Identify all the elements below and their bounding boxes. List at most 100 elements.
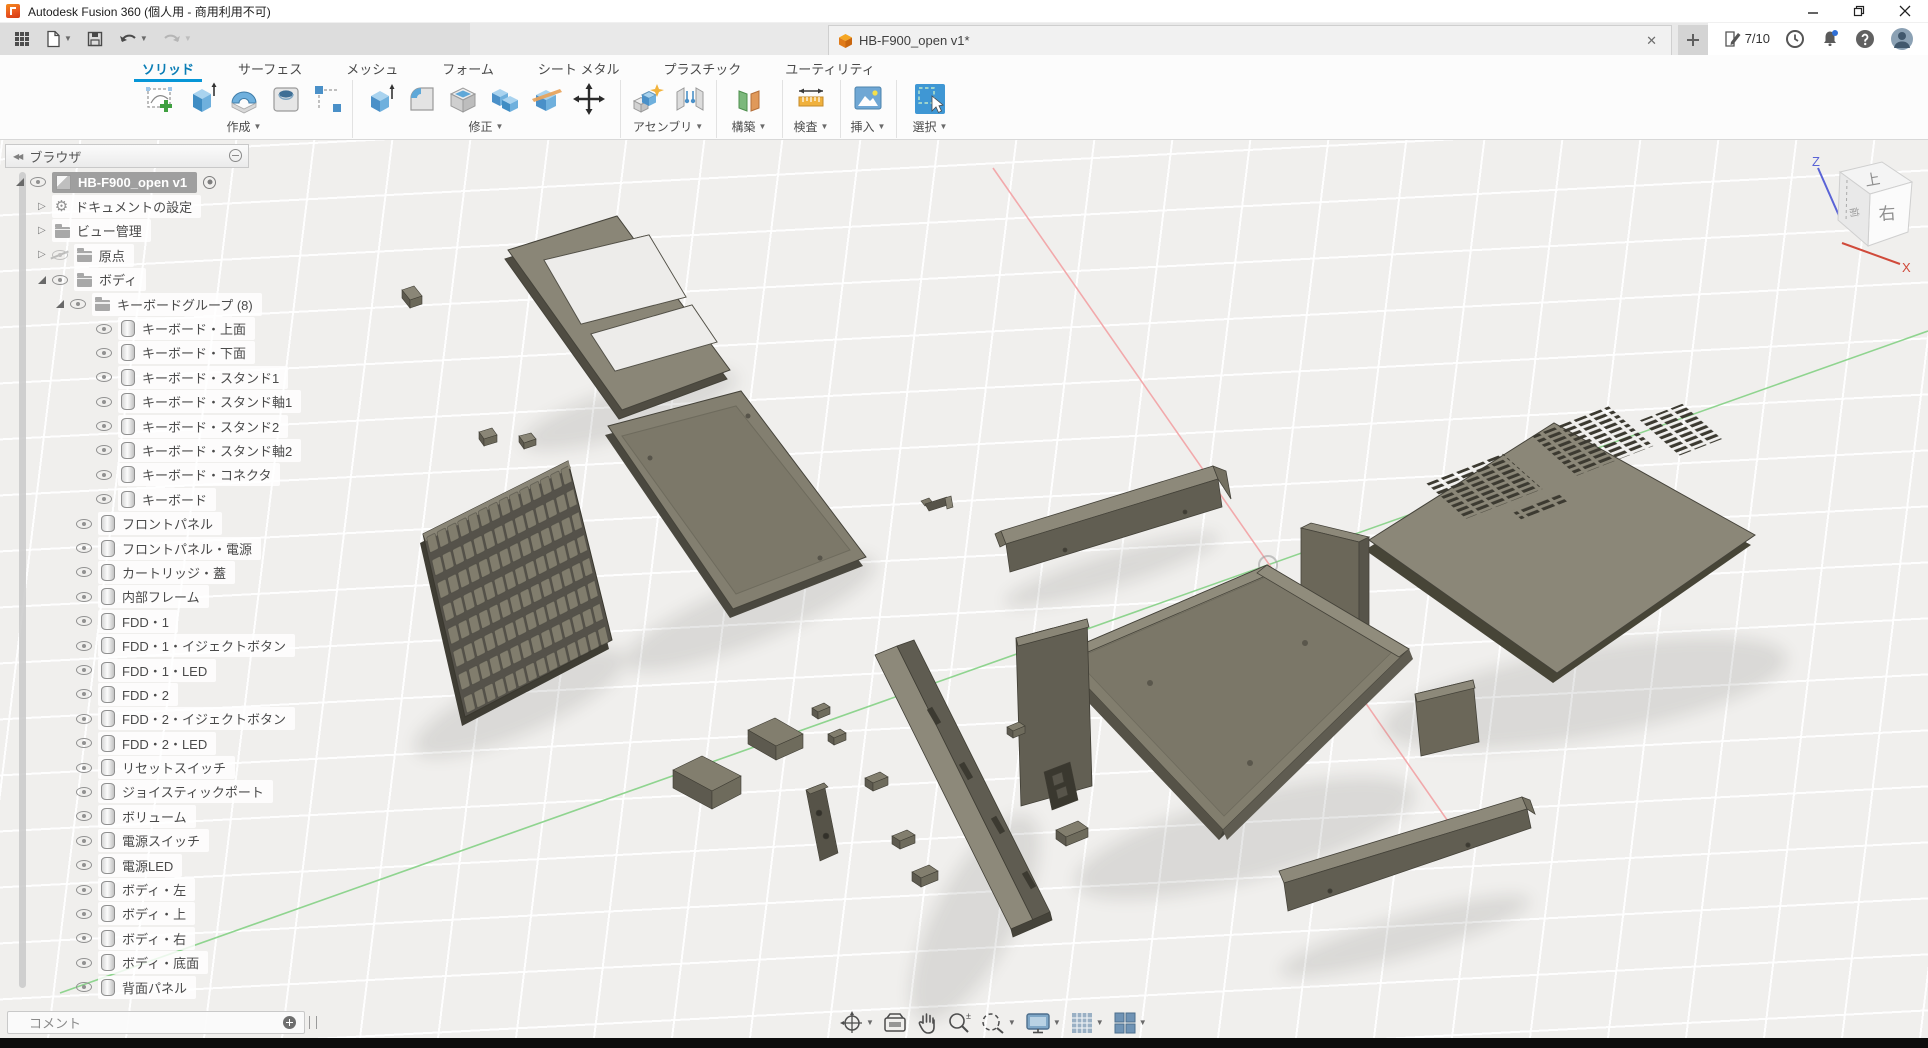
tree-item[interactable]: FDD・2・LED (5, 731, 305, 755)
visibility-eye-icon[interactable] (76, 885, 92, 895)
visibility-eye-icon[interactable] (30, 177, 46, 187)
user-avatar[interactable] (1890, 27, 1914, 51)
tree-item[interactable]: キーボード・上面 (5, 316, 305, 340)
tree-item[interactable]: ボディ・底面 (5, 951, 305, 975)
browser-panel-header[interactable]: ◀◀ ブラウザ (5, 144, 249, 168)
visibility-eye-icon[interactable] (52, 250, 68, 260)
model-keyboard-connector[interactable] (921, 496, 953, 511)
measure-icon[interactable] (796, 84, 826, 114)
model-front-bezel[interactable] (505, 216, 730, 419)
tree-item[interactable]: ボリューム (5, 804, 305, 828)
visibility-eye-icon[interactable] (76, 616, 92, 626)
tree-item[interactable]: キーボード (5, 487, 305, 511)
tab-sheet-metal[interactable]: シート メタル (538, 59, 620, 78)
tree-item[interactable]: ▷ビュー管理 (5, 219, 305, 243)
tree-item[interactable]: リセットスイッチ (5, 755, 305, 779)
tab-utilities[interactable]: ユーティリティ (785, 59, 874, 78)
tree-item[interactable]: 電源スイッチ (5, 829, 305, 853)
visibility-eye-icon[interactable] (70, 299, 86, 309)
visibility-eye-icon[interactable] (76, 543, 92, 553)
comments-resize-handle[interactable] (309, 1016, 317, 1029)
new-component-icon[interactable] (630, 83, 664, 115)
tree-item[interactable]: ▷原点 (5, 243, 305, 267)
group-label-select[interactable]: 選択▼ (913, 118, 948, 138)
help-button[interactable] (1855, 29, 1875, 49)
visibility-eye-icon[interactable] (96, 348, 112, 358)
tab-surface[interactable]: サーフェス (238, 59, 302, 78)
group-label-construct[interactable]: 構築▼ (732, 118, 767, 138)
move-copy-icon[interactable] (573, 83, 605, 115)
visibility-eye-icon[interactable] (76, 933, 92, 943)
select-icon[interactable] (914, 83, 946, 115)
tree-item[interactable]: ボディ (5, 268, 305, 292)
tree-item[interactable]: ボディ・上 (5, 902, 305, 926)
tree-item[interactable]: ジョイスティックポート (5, 780, 305, 804)
model-keyboard-stands[interactable] (479, 428, 536, 449)
comments-bar[interactable]: コメント (7, 1011, 305, 1034)
model-small-part[interactable] (402, 286, 422, 308)
visibility-eye-icon[interactable] (96, 494, 112, 504)
edits-remaining-badge[interactable]: 7/10 (1723, 30, 1770, 48)
visibility-eye-icon[interactable] (76, 787, 92, 797)
tree-item[interactable]: キーボード・コネクタ (5, 463, 305, 487)
expander-icon[interactable] (16, 178, 24, 186)
tree-item[interactable]: FDD・1・イジェクトボタン (5, 633, 305, 657)
joint-icon[interactable] (674, 83, 706, 115)
visibility-eye-icon[interactable] (76, 860, 92, 870)
restore-button[interactable] (1836, 0, 1882, 22)
tab-mesh[interactable]: メッシュ (346, 59, 398, 78)
minimize-button[interactable] (1790, 0, 1836, 22)
tree-item[interactable]: FDD・1 (5, 609, 305, 633)
viewports-button[interactable]: ▼ (1113, 1011, 1147, 1035)
zoom-window-button[interactable]: ▼ (980, 1011, 1016, 1035)
visibility-eye-icon[interactable] (76, 958, 92, 968)
tree-item[interactable]: キーボード・スタンド2 (5, 414, 305, 438)
expander-icon[interactable]: ▷ (38, 250, 46, 260)
construction-plane-icon[interactable] (734, 83, 764, 115)
press-pull-icon[interactable] (367, 83, 397, 115)
tree-item[interactable]: フロントパネル・電源 (5, 536, 305, 560)
tree-item[interactable]: FDD・2・イジェクトボタン (5, 707, 305, 731)
combine-icon[interactable] (489, 84, 521, 114)
tree-item[interactable]: ボディ・右 (5, 926, 305, 950)
group-label-create[interactable]: 作成▼ (227, 118, 262, 138)
tree-item[interactable]: キーボード・スタンド1 (5, 365, 305, 389)
group-label-insert[interactable]: 挿入▼ (851, 118, 886, 138)
undo-button[interactable]: ▼ (114, 29, 152, 49)
visibility-eye-icon[interactable] (76, 909, 92, 919)
collapse-panel-icon[interactable]: ◀◀ (13, 152, 21, 161)
visibility-eye-icon[interactable] (76, 641, 92, 651)
visibility-eye-icon[interactable] (76, 665, 92, 675)
extrude-icon[interactable] (188, 82, 218, 116)
tree-item[interactable]: キーボード・スタンド軸2 (5, 438, 305, 462)
document-tab[interactable]: HB-F900_open v1* ✕ (828, 25, 1672, 55)
group-label-modify[interactable]: 修正▼ (469, 118, 504, 138)
visibility-eye-icon[interactable] (96, 470, 112, 480)
expander-icon[interactable]: ▷ (38, 226, 46, 236)
shell-icon[interactable] (447, 84, 479, 114)
visibility-eye-icon[interactable] (76, 836, 92, 846)
tree-item[interactable]: ▷⚙ドキュメントの設定 (5, 194, 305, 218)
tree-item[interactable]: フロントパネル (5, 511, 305, 535)
visibility-eye-icon[interactable] (76, 714, 92, 724)
tree-item[interactable]: カートリッジ・蓋 (5, 560, 305, 584)
new-document-tab-button[interactable] (1678, 25, 1708, 55)
tree-item[interactable]: キーボード・スタンド軸1 (5, 390, 305, 414)
visibility-eye-icon[interactable] (96, 445, 112, 455)
orbit-button[interactable]: ▼ (840, 1011, 874, 1035)
look-at-button[interactable] (883, 1012, 907, 1034)
view-cube[interactable]: Z X 上 右 前 (1800, 150, 1928, 275)
insert-canvas-icon[interactable] (853, 85, 883, 113)
save-button[interactable] (82, 28, 108, 50)
visibility-eye-icon[interactable] (76, 519, 92, 529)
tree-item[interactable]: FDD・1・LED (5, 658, 305, 682)
fillet-icon[interactable] (407, 84, 437, 114)
visibility-eye-icon[interactable] (76, 982, 92, 992)
split-body-icon[interactable] (531, 84, 563, 114)
add-comment-icon[interactable] (283, 1016, 296, 1029)
zoom-button[interactable]: ± (947, 1011, 971, 1035)
tab-plastic[interactable]: プラスチック (664, 59, 742, 78)
visibility-eye-icon[interactable] (96, 372, 112, 382)
group-label-inspect[interactable]: 検査▼ (794, 118, 829, 138)
hole-icon[interactable] (270, 83, 302, 115)
